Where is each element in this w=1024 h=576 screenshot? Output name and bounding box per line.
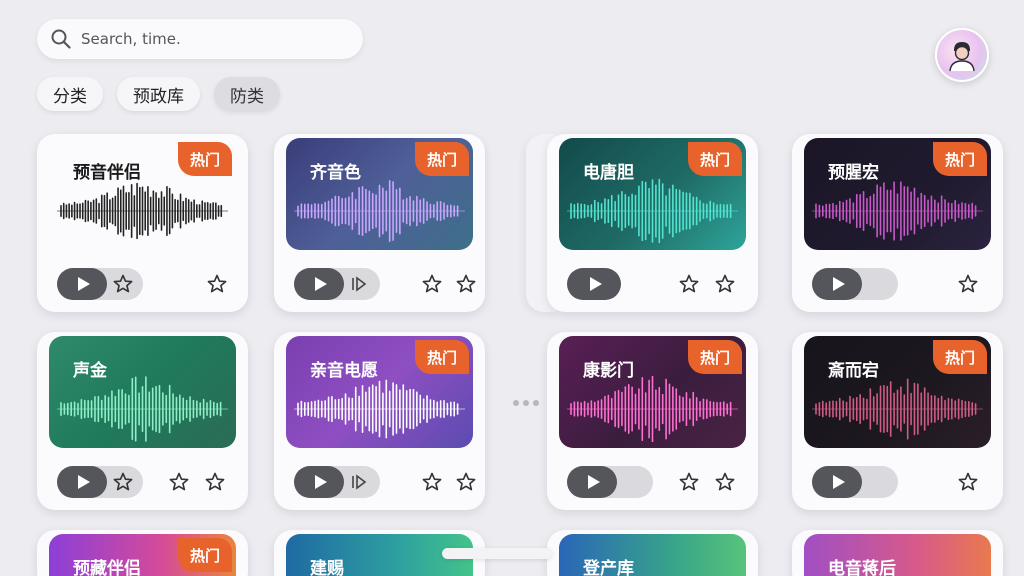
voice-card[interactable]: 预藏伴侣 热门 (37, 530, 248, 576)
voice-card[interactable]: 预音伴侣 热门 (37, 134, 248, 312)
favorite-star-icon[interactable] (456, 274, 476, 294)
hot-badge: 热门 (688, 340, 742, 374)
voice-card[interactable]: 康影门 热门 (547, 332, 758, 510)
card-controls (812, 466, 989, 498)
card-title: 登产库 (583, 559, 634, 576)
hot-badge: 热门 (933, 142, 987, 176)
voice-card[interactable]: 齐音色 热门 (274, 134, 485, 312)
play-button[interactable] (57, 268, 107, 300)
favorite-star-icon[interactable] (169, 472, 189, 492)
play-button[interactable] (567, 268, 621, 300)
favorite-star-icon[interactable] (205, 472, 225, 492)
voice-card[interactable]: 电音蒋后 (792, 530, 1003, 576)
waveform (812, 378, 983, 440)
voice-card[interactable]: 斎而宕 热门 (792, 332, 1003, 510)
hot-badge: 热门 (933, 340, 987, 374)
favorite-star-icon[interactable] (456, 472, 476, 492)
play-button[interactable] (57, 466, 107, 498)
hot-badge: 热门 (178, 538, 232, 572)
filter-chip-category[interactable]: 分类 (37, 77, 103, 111)
card-preview-panel: 康影门 热门 (559, 336, 746, 448)
avatar-icon (949, 42, 975, 72)
waveform (567, 376, 738, 442)
filter-bar: 分类 预政库 防类 (37, 77, 280, 111)
card-preview-panel: 登产库 (559, 534, 746, 576)
scroll-handle[interactable] (442, 548, 552, 559)
search-bar[interactable] (37, 19, 363, 59)
voice-card[interactable]: 登产库 (547, 530, 758, 576)
card-preview-panel: 电音蒋后 (804, 534, 991, 576)
card-preview-panel: 电唐胆 热门 (559, 138, 746, 250)
card-controls (294, 466, 476, 498)
voice-card[interactable]: 亲音电愿 热门 (274, 332, 485, 510)
card-controls (57, 268, 234, 300)
card-preview-panel: 亲音电愿 热门 (286, 336, 473, 448)
voice-card[interactable]: 电唐胆 热门 (547, 134, 758, 312)
favorite-star-icon[interactable] (207, 274, 227, 294)
skip-next-icon[interactable] (350, 275, 368, 293)
card-title: 电音蒋后 (828, 559, 896, 576)
waveform (294, 379, 465, 439)
card-controls (294, 268, 476, 300)
hot-badge: 热门 (415, 142, 469, 176)
waveform (57, 376, 228, 442)
search-icon (51, 29, 71, 49)
skip-next-icon[interactable] (350, 473, 368, 491)
favorite-star-icon[interactable] (679, 274, 699, 294)
favorite-icon[interactable] (113, 274, 133, 294)
avatar[interactable] (935, 28, 989, 82)
play-button[interactable] (812, 268, 862, 300)
favorite-icon[interactable] (113, 472, 133, 492)
waveform (812, 181, 983, 241)
card-preview-panel: 齐音色 热门 (286, 138, 473, 250)
card-controls (57, 466, 234, 498)
filter-chip-library[interactable]: 预政库 (117, 77, 200, 111)
card-title: 预藏伴侣 (73, 559, 141, 576)
card-controls (567, 466, 744, 498)
favorite-star-icon[interactable] (958, 274, 978, 294)
play-button[interactable] (294, 466, 344, 498)
waveform (57, 182, 228, 240)
play-button[interactable] (812, 466, 862, 498)
play-button[interactable] (567, 466, 617, 498)
card-preview-panel: 预藏伴侣 热门 (49, 534, 236, 576)
favorite-star-icon[interactable] (958, 472, 978, 492)
more-dots[interactable] (513, 400, 539, 406)
favorite-star-icon[interactable] (715, 274, 735, 294)
voice-card[interactable]: 预腥宏 热门 (792, 134, 1003, 312)
card-preview-panel: 预腥宏 热门 (804, 138, 991, 250)
hot-badge: 热门 (688, 142, 742, 176)
hot-badge: 热门 (178, 142, 232, 176)
hot-badge: 热门 (415, 340, 469, 374)
card-preview-panel: 预音伴侣 热门 (49, 138, 236, 250)
filter-chip-type[interactable]: 防类 (214, 77, 280, 111)
favorite-star-icon[interactable] (422, 472, 442, 492)
card-controls (567, 268, 744, 300)
favorite-star-icon[interactable] (422, 274, 442, 294)
waveform (294, 180, 465, 242)
waveform (567, 178, 738, 244)
card-preview-panel: 声金 (49, 336, 236, 448)
voice-card[interactable]: 声金 (37, 332, 248, 510)
card-title: 建赐 (310, 559, 344, 576)
play-button[interactable] (294, 268, 344, 300)
favorite-star-icon[interactable] (679, 472, 699, 492)
search-input[interactable] (81, 30, 341, 48)
favorite-star-icon[interactable] (715, 472, 735, 492)
card-controls (812, 268, 989, 300)
card-preview-panel: 斎而宕 热门 (804, 336, 991, 448)
